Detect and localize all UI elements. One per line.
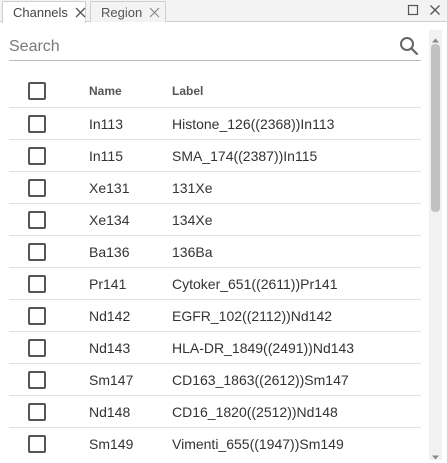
channels-panel: Name Label In113 Histone_126((2368))In11… — [0, 23, 447, 463]
table-row[interactable]: In113 Histone_126((2368))In113 — [9, 108, 421, 140]
maximize-icon[interactable] — [407, 3, 419, 16]
channel-name: Nd142 — [89, 307, 131, 324]
scrollbar-thumb[interactable] — [431, 44, 440, 212]
channel-name: Xe131 — [89, 179, 130, 196]
channel-name: Sm147 — [89, 371, 134, 388]
channel-name: In113 — [89, 115, 123, 132]
channel-label: 131Xe — [172, 179, 213, 196]
column-header-name[interactable]: Name — [89, 84, 172, 98]
table-row[interactable]: Sm149 Vimenti_655((1947))Sm149 — [9, 428, 421, 460]
channel-label: CD163_1863((2612))Sm147 — [172, 371, 349, 388]
row-checkbox[interactable] — [28, 370, 46, 389]
close-icon[interactable] — [149, 7, 160, 18]
channel-label: EGFR_102((2112))Nd142 — [172, 307, 333, 324]
channel-label: SMA_174((2387))In115 — [172, 147, 318, 164]
tab-channels[interactable]: Channels — [2, 1, 86, 23]
row-checkbox[interactable] — [28, 242, 46, 261]
channel-label: HLA-DR_1849((2491))Nd143 — [172, 339, 355, 356]
channel-label: 134Xe — [172, 211, 213, 228]
search-icon[interactable] — [399, 36, 419, 61]
scroll-up-arrow-icon[interactable] — [431, 32, 440, 43]
row-checkbox[interactable] — [28, 435, 46, 453]
window-controls — [407, 3, 441, 16]
channel-name: Nd148 — [89, 403, 131, 420]
tab-bar: Channels Region — [0, 0, 447, 23]
row-checkbox[interactable] — [28, 178, 46, 197]
channels-table: Name Label In113 Histone_126((2368))In11… — [9, 75, 421, 460]
channel-name: Xe134 — [89, 211, 130, 228]
row-checkbox[interactable] — [28, 114, 46, 133]
row-checkbox[interactable] — [28, 210, 46, 229]
table-row[interactable]: Pr141 Cytoker_651((2611))Pr141 — [9, 268, 421, 300]
column-header-label[interactable]: Label — [172, 84, 203, 98]
search-input[interactable] — [9, 37, 389, 56]
table-row[interactable]: Xe131 131Xe — [9, 172, 421, 204]
channel-name: Sm149 — [89, 436, 134, 452]
tab-label: Region — [101, 4, 143, 20]
table-header: Name Label — [9, 75, 421, 108]
row-checkbox[interactable] — [28, 402, 46, 421]
table-row[interactable]: Nd143 HLA-DR_1849((2491))Nd143 — [9, 332, 421, 364]
channel-name: Pr141 — [89, 275, 127, 292]
channel-name: In115 — [89, 147, 123, 164]
search-box — [9, 33, 421, 61]
row-checkbox[interactable] — [28, 274, 46, 293]
table-row[interactable]: Nd148 CD16_1820((2512))Nd148 — [9, 396, 421, 428]
channel-name: Nd143 — [89, 339, 131, 356]
close-icon[interactable] — [75, 7, 86, 18]
table-row[interactable]: Nd142 EGFR_102((2112))Nd142 — [9, 300, 421, 332]
select-all-checkbox[interactable] — [28, 82, 46, 100]
tab-region[interactable]: Region — [90, 1, 166, 22]
table-row[interactable]: Sm147 CD163_1863((2612))Sm147 — [9, 364, 421, 396]
table-row[interactable]: Ba136 136Ba — [9, 236, 421, 268]
table-row[interactable]: Xe134 134Xe — [9, 204, 421, 236]
channel-label: Vimenti_655((1947))Sm149 — [172, 436, 344, 452]
channel-name: Ba136 — [89, 243, 130, 260]
scroll-down-arrow-icon[interactable] — [431, 449, 440, 460]
row-checkbox[interactable] — [28, 306, 46, 325]
tab-label: Channels — [13, 5, 68, 20]
channel-label: Cytoker_651((2611))Pr141 — [172, 275, 338, 292]
channel-label: Histone_126((2368))In113 — [172, 115, 335, 132]
vertical-scrollbar[interactable] — [429, 30, 442, 460]
table-row[interactable]: In115 SMA_174((2387))In115 — [9, 140, 421, 172]
channel-label: 136Ba — [172, 243, 213, 260]
row-checkbox[interactable] — [28, 146, 46, 165]
row-checkbox[interactable] — [28, 338, 46, 357]
channel-label: CD16_1820((2512))Nd148 — [172, 403, 338, 420]
close-icon[interactable] — [429, 3, 441, 15]
